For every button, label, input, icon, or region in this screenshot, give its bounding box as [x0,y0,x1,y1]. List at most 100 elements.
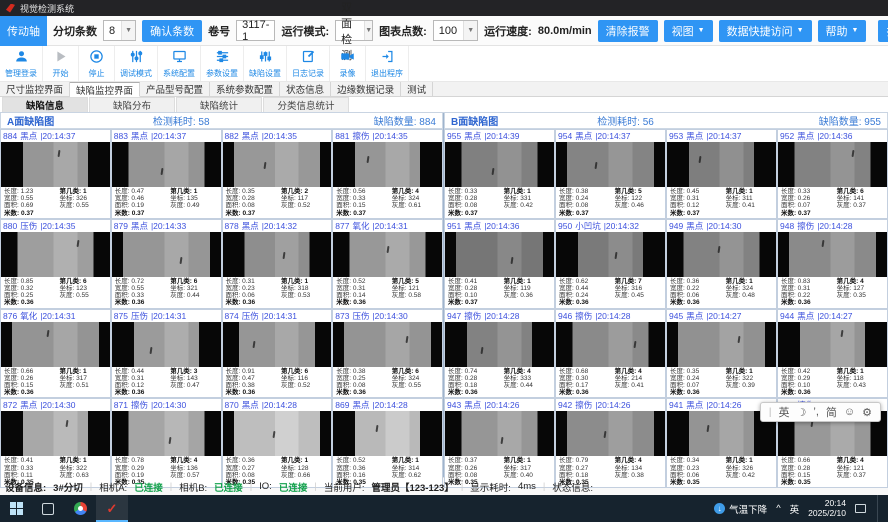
defect-cell-873[interactable]: 873压伤|20:14:30长度: 0.38宽度: 0.25面积: 0.08米数… [332,309,443,399]
ime-language-toggle[interactable]: 英 [779,404,790,420]
defect-image[interactable] [1,142,110,187]
defect-cell-869[interactable]: 869黑点|20:14:28长度: 0.52宽度: 0.36面积: 0.16米数… [332,398,443,488]
run-mode-select[interactable]: 双面检测 ▼ [335,20,373,41]
subtab-3[interactable]: 缺陷统计 [176,97,262,112]
subtab-4[interactable]: 分类信息统计 [263,97,349,112]
windows-start-button[interactable] [0,495,32,522]
taskbar-chrome-button[interactable] [64,495,96,522]
defect-image[interactable] [556,322,665,367]
defect-image[interactable] [556,142,665,187]
subtab-1[interactable]: 缺陷信息 [2,97,88,112]
view-menu-button[interactable]: 视图 ▼ [664,20,713,42]
defect-image[interactable] [778,232,887,277]
defect-image[interactable] [112,411,221,456]
defect-image[interactable] [556,232,665,277]
defect-image[interactable] [223,142,332,187]
taskbar-app-button[interactable]: ✓ [96,495,128,522]
tab-7[interactable]: 测试 [401,82,433,96]
defect-image[interactable] [333,232,442,277]
defect-image[interactable] [1,322,110,367]
tray-expand-chevron[interactable]: ^ [776,503,780,514]
defect-cell-948[interactable]: 948擦伤|20:14:28长度: 0.83宽度: 0.31面积: 0.22米数… [777,219,888,309]
tab-6[interactable]: 边缘数据记录 [331,82,401,96]
tab-5[interactable]: 状态信息 [280,82,331,96]
defect-image[interactable] [333,322,442,367]
defect-image[interactable] [223,411,332,456]
ime-simplified-toggle[interactable]: 简 [826,404,837,420]
roll-number-input[interactable]: 3117-1 [236,20,275,41]
defect-cell-951[interactable]: 951黑点|20:14:36长度: 0.41宽度: 0.28面积: 0.10米数… [444,219,555,309]
defect-cell-942[interactable]: 942擦伤|20:14:26长度: 0.79宽度: 0.27面积: 0.18米数… [555,398,666,488]
defect-cell-881[interactable]: 881擦伤|20:14:35长度: 0.56宽度: 0.33面积: 0.15米数… [332,129,443,219]
defect-image[interactable] [778,142,887,187]
tab-4[interactable]: 系统参数配置 [210,82,280,96]
defect-cell-880[interactable]: 880压伤|20:14:35长度: 0.85宽度: 0.32面积: 0.25米数… [0,219,111,309]
action-button-8[interactable]: 日志记录 [287,46,330,81]
defect-image[interactable] [1,411,110,456]
action-button-1[interactable]: 管理登录 [0,46,43,81]
defect-cell-879[interactable]: 879黑点|20:14:33长度: 0.72宽度: 0.55面积: 0.33米数… [111,219,222,309]
action-button-5[interactable]: 系统配置 [158,46,201,81]
action-button-4[interactable]: 调试模式 [115,46,158,81]
slit-count-select[interactable]: 8 ▼ [103,20,136,41]
defect-cell-871[interactable]: 871擦伤|20:14:30长度: 0.78宽度: 0.29面积: 0.19米数… [111,398,222,488]
action-button-2[interactable]: 开始 [43,46,79,81]
ime-drag-handle[interactable]: | [769,407,772,418]
defect-image[interactable] [333,142,442,187]
defect-image[interactable] [667,232,776,277]
defect-cell-872[interactable]: 872黑点|20:14:30长度: 0.41宽度: 0.33面积: 0.11米数… [0,398,111,488]
defect-cell-870[interactable]: 870黑点|20:14:28长度: 0.36宽度: 0.27面积: 0.08米数… [222,398,333,488]
defect-cell-953[interactable]: 953黑点|20:14:37长度: 0.45宽度: 0.31面积: 0.12米数… [666,129,777,219]
defect-image[interactable] [445,322,554,367]
defect-cell-955[interactable]: 955黑点|20:14:39长度: 0.33宽度: 0.28面积: 0.08米数… [444,129,555,219]
confirm-count-button[interactable]: 确认条数 [142,20,202,42]
defect-image[interactable] [1,232,110,277]
defect-image[interactable] [112,232,221,277]
action-button-9[interactable]: 录像 [330,46,366,81]
task-view-button[interactable] [32,495,64,522]
defect-image[interactable] [445,142,554,187]
defect-cell-946[interactable]: 946擦伤|20:14:28长度: 0.68宽度: 0.30面积: 0.17米数… [555,309,666,399]
defect-image[interactable] [223,322,332,367]
defect-image[interactable] [333,411,442,456]
defect-image[interactable] [112,142,221,187]
taskbar-clock[interactable]: 20:14 2025/2/10 [808,499,846,518]
tab-2[interactable]: 缺陷监控界面 [70,82,140,97]
defect-image[interactable] [445,232,554,277]
chart-points-select[interactable]: 100 ▼ [433,20,478,41]
defect-cell-883[interactable]: 883黑点|20:14:37长度: 0.47宽度: 0.46面积: 0.19米数… [111,129,222,219]
defect-cell-875[interactable]: 875压伤|20:14:31长度: 0.44宽度: 0.31面积: 0.12米数… [111,309,222,399]
subtab-2[interactable]: 缺陷分布 [89,97,175,112]
defect-cell-877[interactable]: 877氧化|20:14:31长度: 0.52宽度: 0.31面积: 0.14米数… [332,219,443,309]
action-button-10[interactable]: 退出程序 [366,46,409,81]
data-quick-access-button[interactable]: 数据快捷访问 ▼ [719,20,812,42]
notification-center-icon[interactable] [855,504,866,513]
weather-widget[interactable]: ↓ 气温下降 [714,502,767,516]
defect-cell-949[interactable]: 949黑点|20:14:30长度: 0.36宽度: 0.22面积: 0.06米数… [666,219,777,309]
defect-image[interactable] [667,322,776,367]
punctuation-toggle[interactable]: ’, [813,406,819,418]
moon-icon[interactable]: ☽ [797,406,807,419]
defect-cell-952[interactable]: 952黑点|20:14:36长度: 0.33宽度: 0.26面积: 0.07米数… [777,129,888,219]
defect-image[interactable] [223,232,332,277]
tab-1[interactable]: 尺寸监控界面 [0,82,70,96]
defect-cell-943[interactable]: 943黑点|20:14:26长度: 0.37宽度: 0.26面积: 0.08米数… [444,398,555,488]
defect-cell-945[interactable]: 945黑点|20:14:27长度: 0.35宽度: 0.24面积: 0.07米数… [666,309,777,399]
help-menu-button[interactable]: 帮助 ▼ [818,20,867,42]
defect-image[interactable] [112,322,221,367]
defect-cell-954[interactable]: 954黑点|20:14:37长度: 0.38宽度: 0.24面积: 0.08米数… [555,129,666,219]
action-button-6[interactable]: 参数设置 [201,46,244,81]
defect-cell-947[interactable]: 947擦伤|20:14:28长度: 0.74宽度: 0.28面积: 0.18米数… [444,309,555,399]
operation-manual-button[interactable]: 操作册 [878,20,888,42]
defect-cell-950[interactable]: 950小凹坑|20:14:32长度: 0.62宽度: 0.44面积: 0.24米… [555,219,666,309]
action-button-3[interactable]: 停止 [79,46,115,81]
transmission-shaft-button[interactable]: 传动轴 [0,16,47,46]
defect-image[interactable] [556,411,665,456]
defect-cell-882[interactable]: 882黑点|20:14:35长度: 0.35宽度: 0.28面积: 0.08米数… [222,129,333,219]
clear-alarm-button[interactable]: 清除报警 [598,20,658,42]
show-desktop-strip[interactable] [877,495,880,522]
defect-image[interactable] [445,411,554,456]
defect-cell-944[interactable]: 944黑点|20:14:27长度: 0.42宽度: 0.29面积: 0.10米数… [777,309,888,399]
action-button-7[interactable]: 缺陷设置 [244,46,287,81]
defect-image[interactable] [778,322,887,367]
